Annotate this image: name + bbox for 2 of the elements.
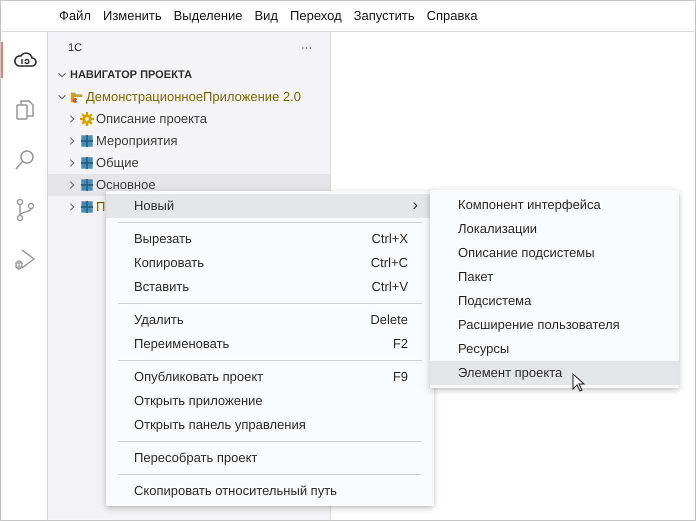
submenu-arrow-icon: › xyxy=(412,194,418,218)
sidebar-title: 1С xyxy=(68,41,82,56)
